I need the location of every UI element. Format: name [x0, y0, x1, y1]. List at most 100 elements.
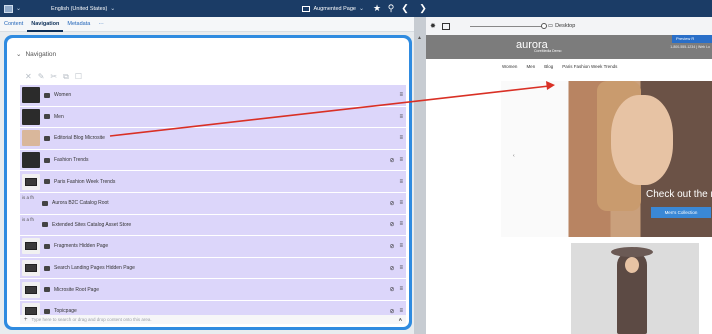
carousel-prev-icon[interactable]: ‹ — [513, 153, 519, 161]
cut-icon[interactable]: ✂ — [50, 72, 57, 82]
toggle-icon[interactable]: ≡ — [399, 243, 403, 250]
panel-icon — [4, 4, 13, 13]
logo-subtitle: CoreMedia Demo — [534, 49, 562, 53]
pin-icon[interactable]: ⚲ — [384, 3, 398, 14]
navigation-row[interactable]: Fashion Trends ⊘ ≡ — [20, 149, 406, 172]
sidebar-toggle[interactable]: ⌄ — [4, 4, 22, 13]
page-type-icon — [44, 179, 50, 185]
tab-navigation[interactable]: Navigation — [27, 17, 64, 32]
header-contact: 1-800-555-1234 | Web Lo — [670, 45, 710, 49]
navigation-row[interactable]: Search Landing Pages Hidden Page ⊘ ≡ — [20, 257, 406, 280]
navigation-row[interactable]: is a fh Extended Sites Catalog Asset Stor… — [20, 214, 406, 237]
page-type-icon — [44, 114, 50, 120]
slider-knob[interactable] — [540, 22, 547, 29]
device-label: Desktop — [555, 23, 576, 29]
hidden-eye-icon[interactable]: ⊘ — [389, 265, 394, 272]
site-nav-blog[interactable]: Blog — [544, 64, 553, 69]
navigation-row[interactable]: Fragments Hidden Page ⊘ ≡ — [20, 236, 406, 258]
hidden-eye-icon[interactable]: ⊘ — [389, 221, 394, 228]
hidden-eye-icon[interactable]: ⊘ — [389, 157, 394, 164]
navigation-row[interactable]: Men ≡ — [20, 106, 406, 129]
toggle-icon[interactable]: ≡ — [399, 179, 403, 185]
page-thumbnail — [22, 173, 40, 190]
toggle-icon[interactable]: ≡ — [399, 265, 403, 272]
navigation-title: Navigation — [25, 50, 57, 58]
search-drop-area[interactable]: + Type here to search or drag and drop c… — [20, 315, 406, 324]
row-actions: ⊘ ≡ — [389, 265, 403, 272]
preview-page: aurora CoreMedia Demo Preview R 1-800-55… — [426, 35, 712, 334]
toggle-icon[interactable]: ≡ — [399, 92, 403, 98]
layout-icon[interactable] — [441, 22, 450, 30]
site-nav-paris[interactable]: Paris Fashion Week Trends — [562, 64, 617, 69]
page-thumbnail — [22, 130, 40, 147]
navigation-row-label: Search Landing Pages Hidden Page — [54, 265, 135, 272]
toggle-icon[interactable]: ≡ — [399, 135, 403, 141]
desktop-icon: ▭ — [547, 23, 554, 29]
navigation-row[interactable]: Paris Fashion Week Trends ≡ — [20, 171, 406, 193]
mens-collection-button[interactable]: Men's Collection — [651, 207, 711, 218]
hidden-eye-icon[interactable]: ⊘ — [389, 200, 394, 207]
chevron-down-icon: ⌄ — [16, 51, 22, 58]
mode-select[interactable]: Augmented Page ⌄ — [302, 5, 364, 12]
chevron-down-icon: ⌄ — [16, 6, 22, 12]
language-select[interactable]: English (United States) ⌄ — [51, 5, 115, 13]
copy-icon[interactable]: ⧉ — [63, 72, 69, 82]
navigation-panel-highlight: ⌄ Navigation ✕ ✎ ✂ ⧉ ☐ Women ≡ Men ≡ Editori… — [4, 35, 412, 330]
palette-icon[interactable]: ✸ — [430, 22, 436, 30]
expand-right-icon[interactable]: ❯ — [416, 3, 430, 14]
site-logo[interactable]: aurora CoreMedia Demo — [516, 39, 561, 53]
preview-toolbar: ✸ ▭ Desktop — [426, 17, 712, 35]
page-thumbnail — [22, 87, 40, 104]
collapse-left-icon[interactable]: ❮ — [398, 3, 412, 14]
navigation-toolbar: ✕ ✎ ✂ ⧉ ☐ — [25, 72, 82, 82]
navigation-row-label: Fragments Hidden Page — [54, 243, 109, 250]
search-placeholder: Type here to search or drag and drop con… — [31, 317, 152, 322]
row-actions: ⊘ ≡ — [389, 308, 403, 315]
more-tabs-button[interactable]: ··· — [94, 17, 108, 32]
chevron-up-icon: ▲ — [417, 35, 422, 41]
page-type-icon — [44, 265, 50, 271]
row-actions: ⊘ ≡ — [389, 157, 403, 164]
tab-content[interactable]: Content — [0, 17, 27, 32]
add-icon: A — [398, 317, 402, 322]
toggle-icon[interactable]: ≡ — [399, 221, 403, 228]
model-face — [625, 257, 639, 273]
navigation-panel: ⌄ Navigation ✕ ✎ ✂ ⧉ ☐ Women ≡ Men ≡ Editori… — [7, 38, 409, 327]
navigation-row-label: Paris Fashion Week Trends — [54, 178, 116, 185]
toggle-icon[interactable]: ≡ — [399, 114, 403, 120]
site-nav-women[interactable]: Women — [502, 64, 517, 69]
remove-icon[interactable]: ✕ — [25, 72, 32, 82]
device-slider[interactable] — [469, 22, 547, 29]
navigation-row[interactable]: Women ≡ — [20, 85, 406, 107]
row-actions: ⊘ ≡ — [389, 243, 403, 250]
row-actions: ⊘ ≡ — [389, 200, 403, 207]
navigation-row-label: Extended Sites Catalog Asset Store — [52, 221, 132, 228]
toggle-icon[interactable]: ≡ — [399, 157, 403, 164]
navigation-row[interactable]: Microsite Root Page ⊘ ≡ — [20, 279, 406, 301]
hidden-eye-icon[interactable]: ⊘ — [389, 286, 394, 293]
toggle-icon[interactable]: ≡ — [399, 200, 403, 207]
hero-model-face — [611, 95, 673, 185]
page-type-icon — [44, 157, 50, 163]
navigation-row[interactable]: Editorial Blog Microsite ≡ — [20, 128, 406, 150]
language-label: English (United States) — [51, 5, 108, 12]
toggle-icon[interactable]: ≡ — [399, 286, 403, 293]
row-actions: ≡ — [399, 135, 403, 141]
teaser-image[interactable] — [571, 243, 699, 334]
page-type-icon — [42, 222, 48, 228]
page-type-icon — [44, 308, 50, 314]
tab-metadata[interactable]: Metadata — [63, 17, 94, 32]
edit-icon[interactable]: ✎ — [38, 72, 45, 82]
page-thumbnail — [22, 260, 40, 277]
site-nav-men[interactable]: Men — [526, 64, 535, 69]
navigation-row[interactable]: is a fh Aurora B2C Catalog Root ⊘ ≡ — [20, 192, 406, 215]
toggle-icon[interactable]: ≡ — [399, 308, 403, 315]
navigation-list: Women ≡ Men ≡ Editorial Blog Microsite ≡ Fashi… — [20, 85, 406, 323]
page-type-icon — [44, 92, 50, 98]
panel-divider[interactable]: ▲ — [414, 17, 426, 334]
navigation-header[interactable]: ⌄ Navigation — [16, 50, 57, 59]
paste-icon[interactable]: ☐ — [75, 72, 82, 82]
hidden-eye-icon[interactable]: ⊘ — [389, 308, 394, 315]
hidden-eye-icon[interactable]: ⊘ — [389, 243, 394, 250]
star-icon[interactable]: ★ — [370, 3, 384, 14]
